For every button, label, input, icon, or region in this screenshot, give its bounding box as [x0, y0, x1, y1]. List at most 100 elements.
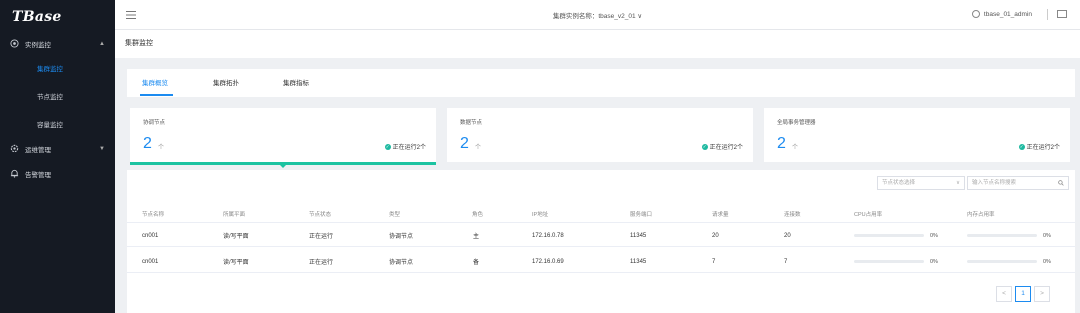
tab-cluster-metrics[interactable]: 集群指标 — [283, 77, 309, 87]
column-header: 节点状态 — [309, 211, 332, 218]
cell-role: 主 — [473, 234, 480, 240]
active-tab-indicator — [140, 94, 173, 96]
pagination: < 1 > — [993, 286, 1050, 302]
mail-icon[interactable] — [1057, 10, 1067, 18]
column-header: 类型 — [389, 211, 401, 218]
table-row[interactable]: cn001 读/写平面 正在运行 协调节点 备 172.16.0.69 1134… — [127, 251, 1075, 273]
cpu-percent: 0% — [930, 258, 938, 265]
cell-port: 11345 — [630, 232, 647, 239]
cell-state: 正在运行 — [309, 260, 334, 266]
stat-card-datanode[interactable]: 数据节点 2 个 ✓ 正在运行2个 — [447, 108, 753, 162]
column-header: 连接数 — [784, 211, 801, 218]
column-header: 角色 — [472, 211, 484, 218]
app-logo: TBase — [12, 9, 62, 25]
cell-requests: 7 — [712, 258, 716, 265]
column-header: 内存占用率 — [967, 211, 995, 218]
monitor-icon — [10, 39, 19, 48]
cluster-selector[interactable]: 集群实例名称：tbase_v2_01 ∨ — [115, 10, 1080, 20]
stat-unit: 个 — [792, 145, 799, 151]
stat-unit: 个 — [475, 145, 482, 151]
tab-bar: 集群概览 集群拓扑 集群指标 — [127, 69, 1075, 97]
stat-card-gtm[interactable]: 全局事务管理器 2 个 ✓ 正在运行2个 — [764, 108, 1070, 162]
cell-ip: 172.16.0.69 — [532, 258, 564, 265]
page-button-current[interactable]: 1 — [1015, 286, 1031, 302]
cell-cpu: 0% — [854, 251, 938, 272]
cell-state: 正在运行 — [309, 234, 334, 240]
stat-title: 协调节点 — [143, 120, 166, 126]
cpu-progress-bar — [854, 260, 924, 263]
stat-status: ✓ 正在运行2个 — [701, 142, 743, 151]
search-icon — [1058, 177, 1064, 191]
chevron-down-icon: ▼ — [99, 145, 105, 152]
column-header: IP地址 — [532, 211, 549, 218]
cell-plane: 读/写平面 — [223, 260, 249, 266]
selected-card-caret — [280, 165, 286, 168]
cell-cpu: 0% — [854, 225, 938, 246]
cell-mem: 0% — [967, 225, 1051, 246]
tab-cluster-overview[interactable]: 集群概览 — [142, 77, 168, 87]
cell-node-name: cn001 — [142, 258, 159, 265]
sidebar-item-label: 节点监控 — [37, 94, 63, 101]
cell-requests: 20 — [712, 232, 719, 239]
stat-status: ✓ 正在运行2个 — [1018, 142, 1060, 151]
nav-group-alarm-management[interactable]: 告警管理 — [0, 165, 115, 182]
table-header: 节点名称 所属平面 节点状态 类型 角色 IP地址 服务端口 请求量 连接数 C… — [127, 205, 1075, 223]
cluster-name-label: 集群实例名称：tbase_v2_01 — [552, 13, 636, 20]
stat-status-text: 正在运行2个 — [709, 145, 743, 151]
chevron-down-icon: ∨ — [637, 13, 643, 20]
cell-connections: 7 — [784, 258, 788, 265]
sidebar-item-cluster-monitor[interactable]: 集群监控 — [0, 56, 115, 84]
mem-progress-bar — [967, 260, 1037, 263]
stat-card-coordinator[interactable]: 协调节点 2 个 ✓ 正在运行2个 — [130, 108, 436, 162]
cpu-percent: 0% — [930, 232, 938, 239]
username: tbase_01_admin — [983, 10, 1032, 18]
node-search-input[interactable]: 输入节点名称搜索 — [967, 176, 1069, 190]
node-table-card: 节点状态选择 ∨ 输入节点名称搜索 节点名称 所属平面 节点状态 类型 角色 I… — [127, 170, 1075, 313]
column-header: 所属平面 — [223, 211, 246, 218]
sidebar-item-node-monitor[interactable]: 节点监控 — [0, 84, 115, 112]
sidebar-item-label: 集群监控 — [37, 66, 63, 73]
stat-count: 2 — [777, 135, 786, 152]
prev-page-button[interactable]: < — [996, 286, 1012, 302]
mem-progress-bar — [967, 234, 1037, 237]
check-circle-icon: ✓ — [384, 143, 391, 150]
next-page-button[interactable]: > — [1034, 286, 1050, 302]
cell-connections: 20 — [784, 232, 791, 239]
divider — [1047, 9, 1048, 20]
cell-type: 协调节点 — [389, 234, 414, 240]
cpu-progress-bar — [854, 234, 924, 237]
nav-group-label: 实例监控 — [25, 41, 51, 49]
sidebar-item-label: 容量监控 — [37, 122, 63, 129]
user-menu[interactable]: tbase_01_admin — [971, 10, 1032, 18]
chevron-up-icon: ▲ — [99, 40, 105, 47]
column-header: 服务端口 — [630, 211, 653, 218]
node-status-select[interactable]: 节点状态选择 ∨ — [877, 176, 965, 190]
column-header: CPU占用率 — [854, 211, 883, 218]
mem-percent: 0% — [1043, 258, 1051, 265]
stat-status-text: 正在运行2个 — [392, 145, 426, 151]
stat-title: 数据节点 — [460, 120, 483, 126]
check-circle-icon: ✓ — [701, 143, 708, 150]
column-header: 请求量 — [712, 211, 729, 218]
nav-group-ops-management[interactable]: 运维管理 ▼ — [0, 140, 115, 157]
column-header: 节点名称 — [142, 211, 165, 218]
stat-count: 2 — [143, 135, 152, 152]
gear-icon — [10, 144, 19, 153]
nav-group-label: 运维管理 — [25, 146, 51, 154]
nav-group-instance-monitor[interactable]: 实例监控 ▲ — [0, 35, 115, 52]
stat-status-text: 正在运行2个 — [1026, 145, 1060, 151]
cell-plane: 读/写平面 — [223, 234, 249, 240]
check-circle-icon: ✓ — [1018, 143, 1025, 150]
cell-node-name: cn001 — [142, 232, 159, 239]
chevron-down-icon: ∨ — [955, 180, 960, 186]
tab-cluster-topology[interactable]: 集群拓扑 — [213, 77, 239, 87]
table-row[interactable]: cn001 读/写平面 正在运行 协调节点 主 172.16.0.78 1134… — [127, 225, 1075, 247]
topbar: 集群实例名称：tbase_v2_01 ∨ tbase_01_admin — [115, 0, 1080, 30]
stat-count: 2 — [460, 135, 469, 152]
cell-ip: 172.16.0.78 — [532, 232, 564, 239]
sidebar-item-capacity-monitor[interactable]: 容量监控 — [0, 112, 115, 140]
cell-port: 11345 — [630, 258, 647, 265]
bell-icon — [10, 169, 19, 178]
nav-group-label: 告警管理 — [25, 171, 51, 179]
mem-percent: 0% — [1043, 232, 1051, 239]
